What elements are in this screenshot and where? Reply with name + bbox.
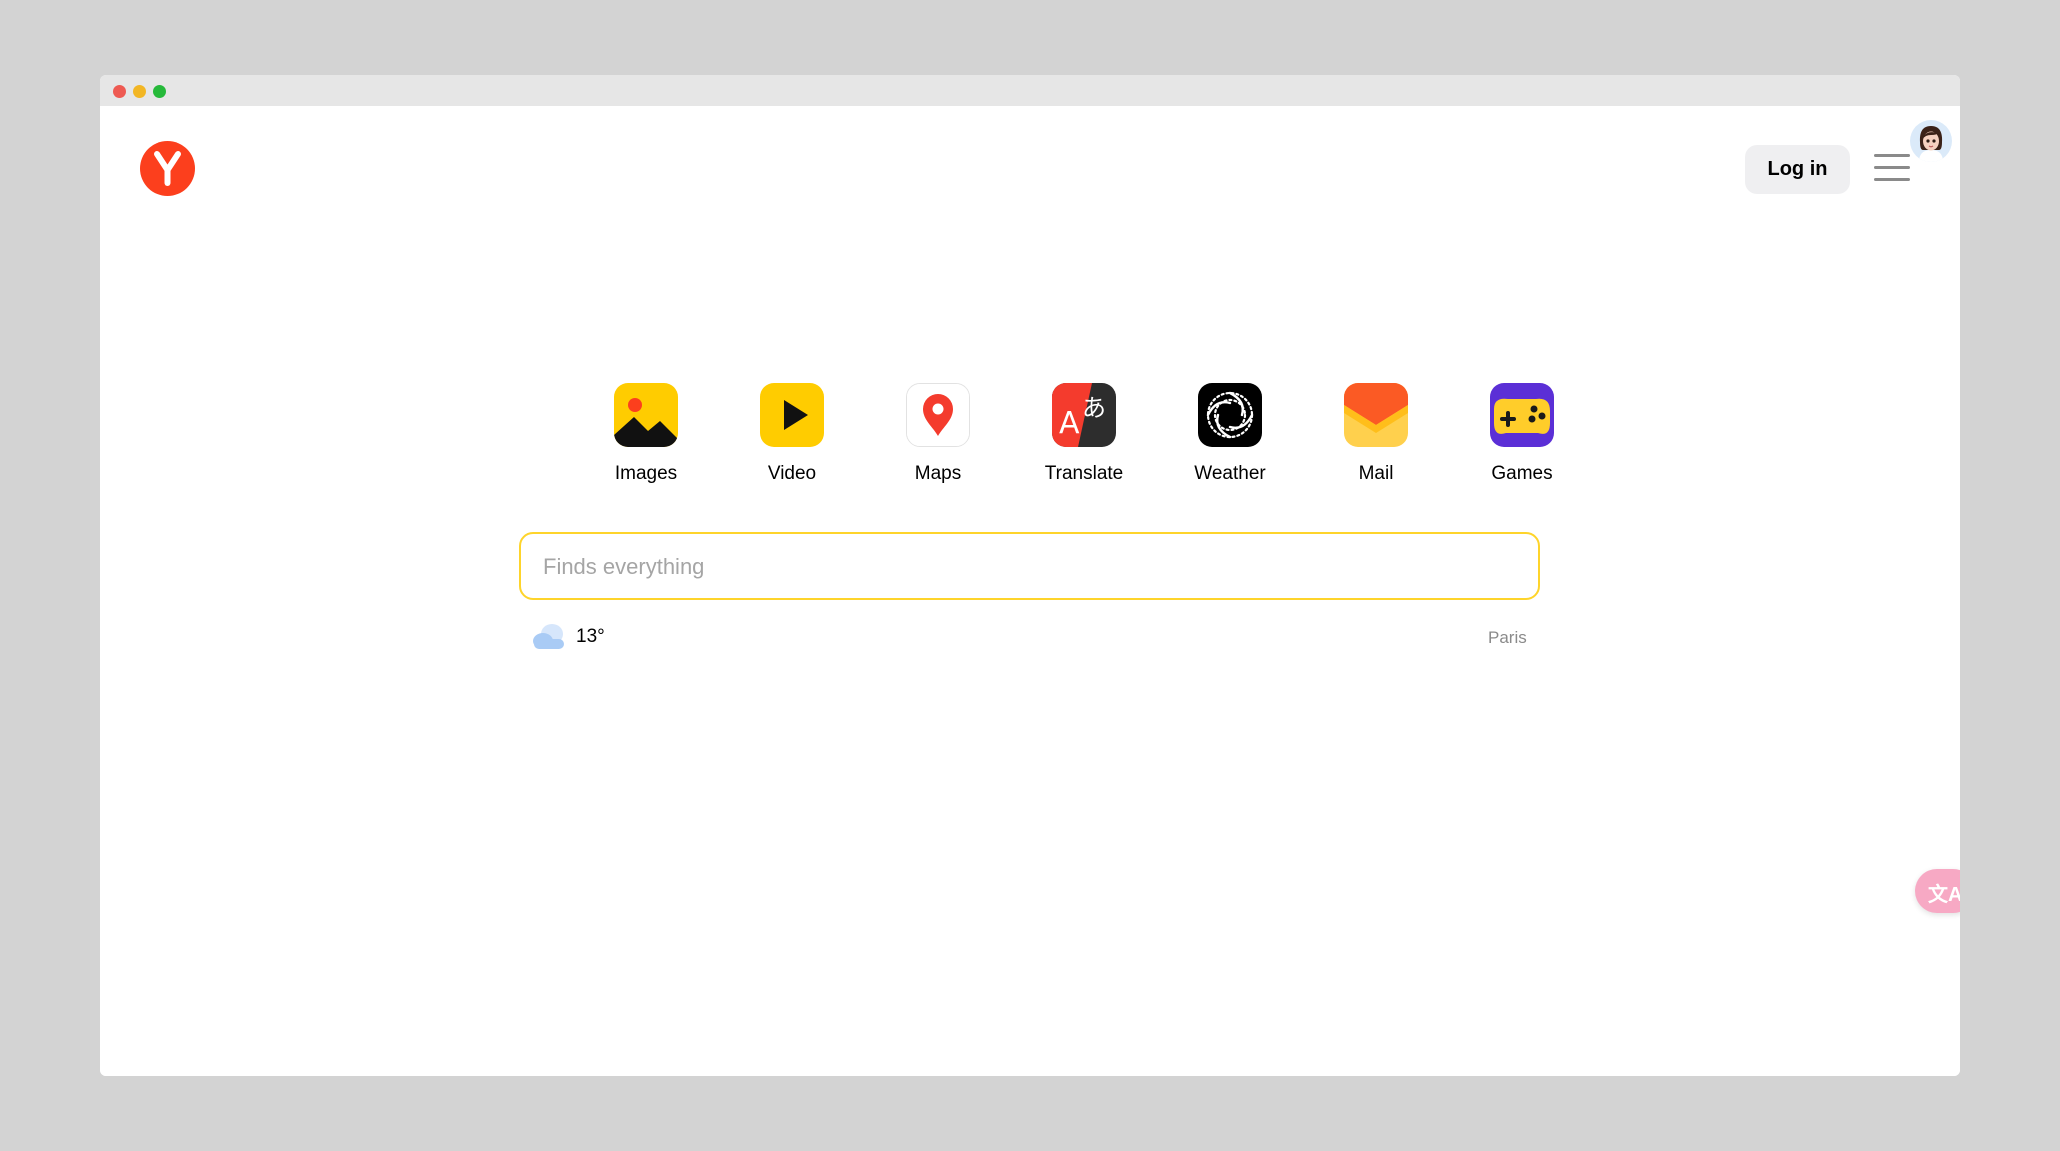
search-box[interactable] bbox=[519, 532, 1540, 600]
translate-icon: A あ bbox=[1052, 383, 1116, 447]
video-icon bbox=[760, 383, 824, 447]
login-button[interactable]: Log in bbox=[1745, 145, 1850, 194]
search-input[interactable] bbox=[541, 534, 1505, 599]
hamburger-menu-icon[interactable] bbox=[1874, 154, 1910, 184]
weather-city[interactable]: Paris bbox=[1488, 628, 1527, 648]
service-games[interactable]: Games bbox=[1467, 383, 1577, 493]
images-icon bbox=[614, 383, 678, 447]
service-video[interactable]: Video bbox=[737, 383, 847, 493]
service-translate[interactable]: A あ Translate bbox=[1029, 383, 1139, 493]
user-avatar-icon[interactable] bbox=[1910, 120, 1952, 162]
service-images[interactable]: Images bbox=[591, 383, 701, 493]
service-label: Games bbox=[1491, 463, 1553, 484]
yandex-logo[interactable] bbox=[140, 141, 195, 196]
service-label: Video bbox=[767, 463, 817, 484]
service-label: Translate bbox=[1044, 463, 1124, 484]
service-label: Mail bbox=[1358, 463, 1394, 484]
mail-icon bbox=[1344, 383, 1408, 447]
maximize-window-button[interactable] bbox=[153, 85, 166, 98]
weather-temperature[interactable]: 13° bbox=[576, 626, 605, 648]
maps-icon bbox=[906, 383, 970, 447]
minimize-window-button[interactable] bbox=[133, 85, 146, 98]
close-window-button[interactable] bbox=[113, 85, 126, 98]
browser-window: Log in Images Video Maps A あ Translate W… bbox=[100, 75, 1960, 1076]
service-label: Maps bbox=[914, 463, 962, 484]
service-maps[interactable]: Maps bbox=[883, 383, 993, 493]
window-titlebar bbox=[100, 75, 1960, 106]
service-label: Images bbox=[614, 463, 678, 484]
page-translate-button[interactable]: 文A bbox=[1915, 869, 1960, 913]
page-content: Log in Images Video Maps A あ Translate W… bbox=[100, 106, 1960, 1076]
games-icon bbox=[1490, 383, 1554, 447]
service-label: Weather bbox=[1194, 463, 1266, 484]
service-weather[interactable]: Weather bbox=[1175, 383, 1285, 493]
logo-y-icon bbox=[154, 151, 181, 186]
svg-text:あ: あ bbox=[1082, 394, 1106, 422]
cloud-icon[interactable] bbox=[530, 621, 568, 651]
translate-float-icon: 文A bbox=[1928, 884, 1960, 906]
services-row: Images Video Maps A あ Translate Weather … bbox=[100, 383, 1960, 493]
svg-text:A: A bbox=[1059, 406, 1080, 441]
weather-icon bbox=[1198, 383, 1262, 447]
service-mail[interactable]: Mail bbox=[1321, 383, 1431, 493]
